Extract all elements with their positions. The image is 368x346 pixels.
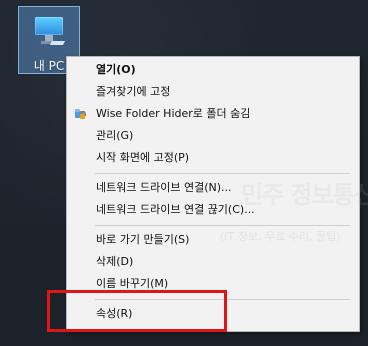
watermark-title: 민주 정보통신 수리 상가 상가야 — [241, 181, 368, 209]
menu-item-create-shortcut-label: 바로 가기 만들기(S) — [96, 233, 190, 246]
menu-item-rename-label: 이름 바꾸기(M) — [96, 277, 169, 290]
menu-separator — [95, 173, 350, 174]
watermark-subtitle: (IT 정보, 무료 수리, 꿀팁) — [220, 230, 341, 243]
menu-item-wise-folder-hider-label: Wise Folder Hider로 폴더 숨김 — [96, 107, 251, 120]
menu-item-manage-label: 관리(G) — [96, 129, 134, 142]
menu-item-pin-to-start-label: 시작 화면에 고정(P) — [96, 151, 190, 164]
menu-item-pin-to-start[interactable]: 시작 화면에 고정(P) — [67, 147, 359, 169]
menu-item-pin-to-quick-access-label: 즐겨찾기에 고정 — [96, 85, 171, 98]
menu-item-wise-folder-hider[interactable]: Wise Folder Hider로 폴더 숨김 — [67, 103, 359, 125]
menu-item-open-label: 열기(O) — [96, 63, 136, 76]
properties-highlight-box — [47, 290, 227, 332]
desktop: 내 PC 열기(O) 즐겨찾기에 고정 Wise Folder Hider로 폴… — [0, 0, 368, 346]
menu-item-delete[interactable]: 삭제(D) — [67, 251, 359, 273]
menu-item-open[interactable]: 열기(O) — [67, 59, 359, 81]
menu-item-map-network-drive-label: 네트워크 드라이브 연결(N)... — [96, 181, 232, 194]
menu-item-manage[interactable]: 관리(G) — [67, 125, 359, 147]
computer-icon — [33, 15, 66, 47]
menu-item-delete-label: 삭제(D) — [96, 255, 134, 268]
menu-separator — [95, 225, 350, 226]
menu-item-pin-to-quick-access[interactable]: 즐겨찾기에 고정 — [67, 81, 359, 103]
wise-folder-hider-icon — [74, 108, 86, 120]
menu-item-disconnect-network-drive-label: 네트워크 드라이브 연결 끊기(C)... — [96, 203, 255, 216]
